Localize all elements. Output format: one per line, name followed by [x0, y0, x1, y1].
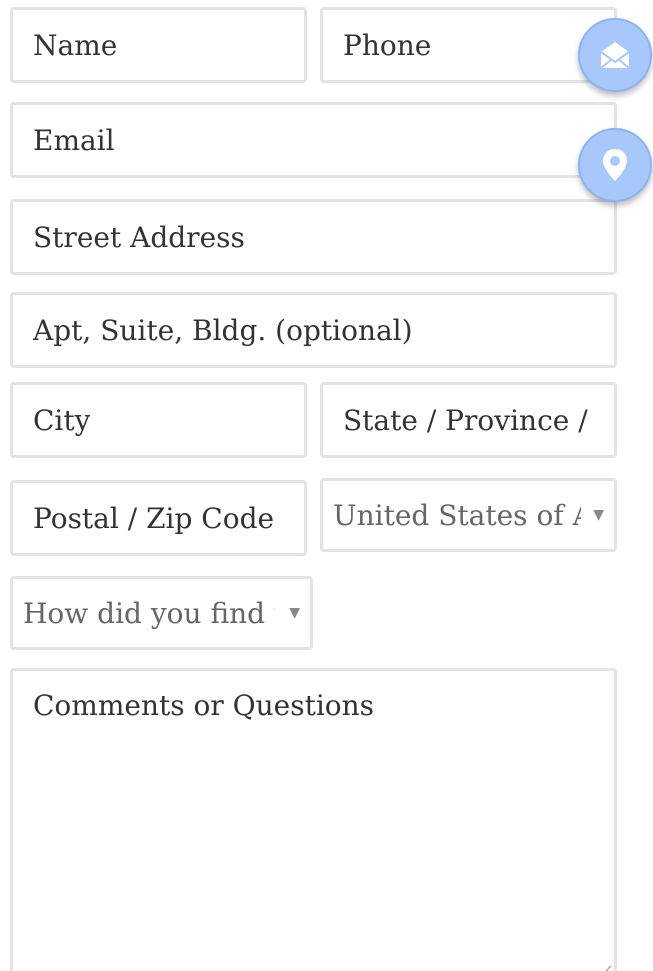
apt-suite-placeholder: Apt, Suite, Bldg. (optional)	[33, 313, 413, 347]
country-select-value: United States of America	[333, 498, 581, 532]
name-input-placeholder: Name	[33, 28, 118, 62]
caret-down-icon: ▼	[593, 507, 604, 523]
street-address-placeholder: Street Address	[33, 220, 245, 254]
name-input[interactable]: Name	[10, 7, 307, 83]
phone-input-placeholder: Phone	[343, 28, 432, 62]
apt-suite-input[interactable]: Apt, Suite, Bldg. (optional)	[10, 292, 617, 368]
email-input-placeholder: Email	[33, 123, 115, 157]
city-input-placeholder: City	[33, 403, 91, 437]
state-province-input[interactable]: State / Province / Region	[320, 382, 617, 458]
state-province-placeholder: State / Province / Region	[343, 403, 591, 437]
comments-placeholder: Comments or Questions	[33, 689, 375, 722]
postal-code-input[interactable]: Postal / Zip Code	[10, 480, 307, 556]
street-address-input[interactable]: Street Address	[10, 199, 617, 275]
envelope-open-icon	[600, 42, 630, 69]
email-input[interactable]: Email	[10, 102, 617, 178]
country-select[interactable]: United States of America ▼	[320, 478, 617, 552]
city-input[interactable]: City	[10, 382, 307, 458]
floating-location-button[interactable]	[578, 128, 652, 202]
phone-input[interactable]: Phone	[320, 7, 617, 83]
map-pin-icon	[603, 149, 627, 181]
floating-mail-button[interactable]	[578, 18, 652, 92]
comments-textarea[interactable]: Comments or Questions	[10, 668, 617, 971]
caret-down-icon: ▼	[289, 605, 300, 621]
referral-source-value: How did you find us?	[23, 596, 275, 630]
resize-handle-icon[interactable]	[596, 963, 612, 971]
referral-source-select[interactable]: How did you find us? ▼	[10, 576, 313, 650]
postal-code-placeholder: Postal / Zip Code	[33, 501, 275, 535]
